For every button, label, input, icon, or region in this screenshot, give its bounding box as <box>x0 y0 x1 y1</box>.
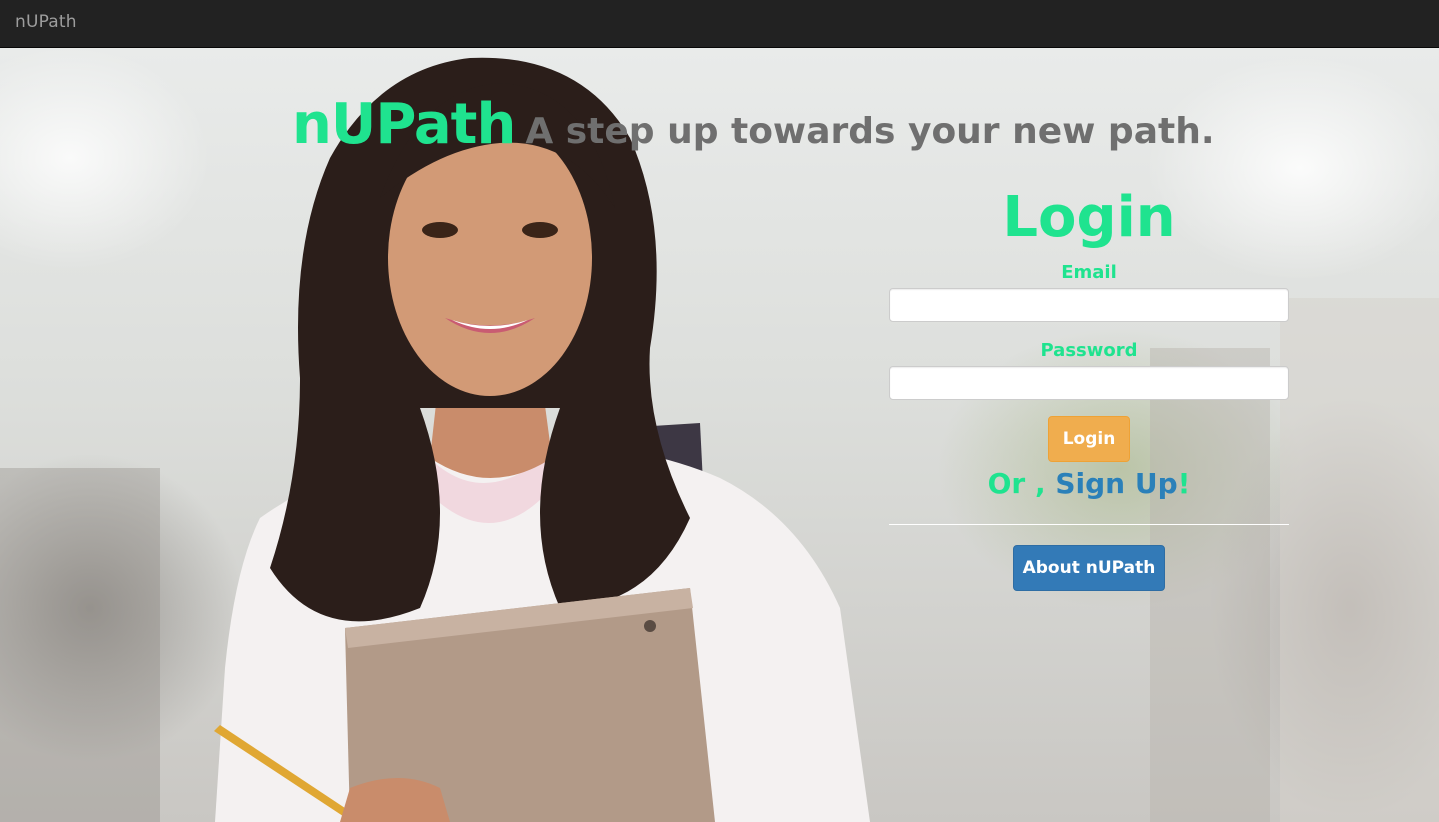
signup-exclamation: ! <box>1177 467 1191 500</box>
login-panel: Login Email Password Login Or , Sign Up!… <box>889 186 1289 591</box>
navbar-brand-link[interactable]: nUPath <box>15 12 77 32</box>
password-field[interactable] <box>889 366 1289 400</box>
signup-link[interactable]: Sign Up <box>1055 467 1177 500</box>
hero-section: nUPath A step up towards your new path. L… <box>0 48 1439 822</box>
email-label: Email <box>1061 262 1117 283</box>
tagline-brand: nUPath <box>292 92 516 157</box>
password-label: Password <box>1040 340 1138 361</box>
email-field[interactable] <box>889 288 1289 322</box>
top-navbar: nUPath <box>0 0 1439 48</box>
login-title: Login <box>1002 185 1176 250</box>
login-button[interactable]: Login <box>1048 416 1130 462</box>
signup-line: Or , Sign Up! <box>889 466 1289 502</box>
hero-tagline: nUPath A step up towards your new path. <box>292 92 1215 157</box>
about-button[interactable]: About nUPath <box>1013 545 1165 591</box>
signup-or-text: Or , <box>987 467 1046 500</box>
tagline-text: A step up towards your new path. <box>525 111 1215 152</box>
divider <box>889 524 1289 525</box>
